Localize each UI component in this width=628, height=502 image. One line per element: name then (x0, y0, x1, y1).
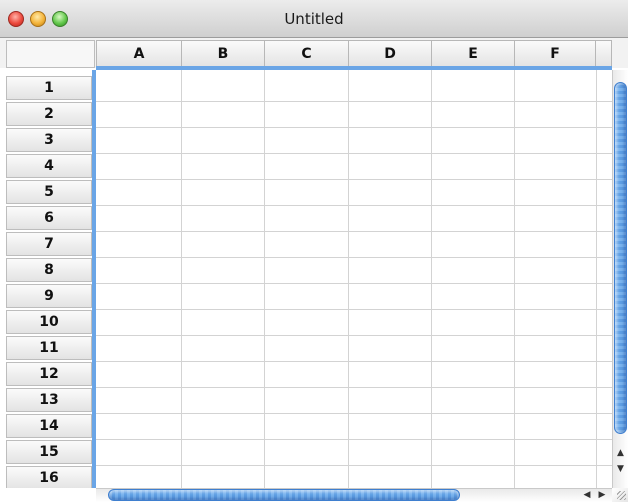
grid-line (96, 231, 612, 232)
grid-line (96, 465, 612, 466)
grid-line (181, 70, 182, 488)
grid-line (348, 70, 349, 488)
vertical-scrollbar[interactable]: ▲ ▼ (612, 70, 628, 488)
column-header-f[interactable]: F (514, 40, 596, 66)
row-header-7[interactable]: 7 (6, 232, 92, 256)
title-bar[interactable]: Untitled (0, 0, 628, 38)
grid-line (96, 179, 612, 180)
grid-line (96, 309, 612, 310)
grid-line (96, 153, 612, 154)
column-header-a[interactable]: A (96, 40, 182, 66)
row-header-15[interactable]: 15 (6, 440, 92, 464)
grid-line (96, 283, 612, 284)
grid-line (96, 205, 612, 206)
column-header-row: A B C D E F (0, 38, 628, 68)
row-header-16[interactable]: 16 (6, 466, 92, 490)
row-header-9[interactable]: 9 (6, 284, 92, 308)
row-header-11[interactable]: 11 (6, 336, 92, 360)
horizontal-scroll-thumb[interactable] (108, 489, 460, 501)
column-header-b[interactable]: B (181, 40, 265, 66)
row-header-8[interactable]: 8 (6, 258, 92, 282)
bottom-left-spacer (0, 488, 96, 502)
column-header-e[interactable]: E (431, 40, 515, 66)
spreadsheet-window: Untitled A B C D E F 1 2 3 4 5 6 7 8 9 1… (0, 0, 628, 502)
grid-line (96, 413, 612, 414)
grid-line (514, 70, 515, 488)
row-header-14[interactable]: 14 (6, 414, 92, 438)
column-header-c[interactable]: C (264, 40, 349, 66)
row-header-12[interactable]: 12 (6, 362, 92, 386)
grid-line (96, 439, 612, 440)
arrow-right-icon[interactable]: ▶ (595, 489, 609, 502)
arrow-up-icon[interactable]: ▲ (613, 446, 628, 460)
grid-line (96, 127, 612, 128)
arrow-left-icon[interactable]: ◀ (580, 489, 594, 502)
row-header-10[interactable]: 10 (6, 310, 92, 334)
row-header-4[interactable]: 4 (6, 154, 92, 178)
row-header-13[interactable]: 13 (6, 388, 92, 412)
horizontal-scrollbar[interactable]: ◀ ▶ (96, 488, 628, 502)
grid-line (96, 101, 612, 102)
row-header-1[interactable]: 1 (6, 76, 92, 100)
cell-grid[interactable] (96, 70, 612, 488)
grid-line (264, 70, 265, 488)
grid-line (596, 70, 597, 488)
resize-grip-icon[interactable] (612, 488, 628, 502)
row-header-3[interactable]: 3 (6, 128, 92, 152)
grid-line (96, 361, 612, 362)
vertical-scroll-thumb[interactable] (614, 82, 627, 434)
window-title: Untitled (284, 10, 344, 28)
arrow-down-icon[interactable]: ▼ (613, 462, 628, 476)
row-header-6[interactable]: 6 (6, 206, 92, 230)
grid-line (96, 387, 612, 388)
select-all-corner[interactable] (6, 40, 95, 68)
row-header-2[interactable]: 2 (6, 102, 92, 126)
column-header-next[interactable] (595, 40, 612, 66)
grid-line (96, 335, 612, 336)
grid-line (431, 70, 432, 488)
row-header-5[interactable]: 5 (6, 180, 92, 204)
column-header-d[interactable]: D (348, 40, 432, 66)
grid-line (96, 257, 612, 258)
